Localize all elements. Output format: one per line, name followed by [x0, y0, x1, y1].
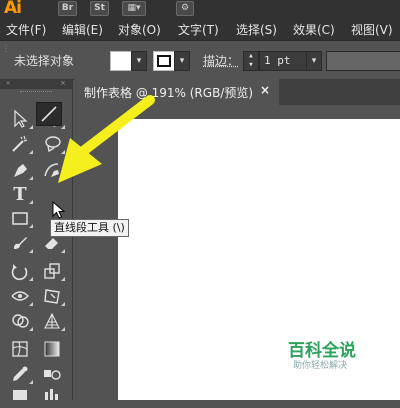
- mouse-cursor-icon: [52, 201, 66, 219]
- annotation-arrow-icon: [58, 95, 155, 183]
- line-segment-tool-tooltip: 直线段工具 (\): [50, 219, 129, 237]
